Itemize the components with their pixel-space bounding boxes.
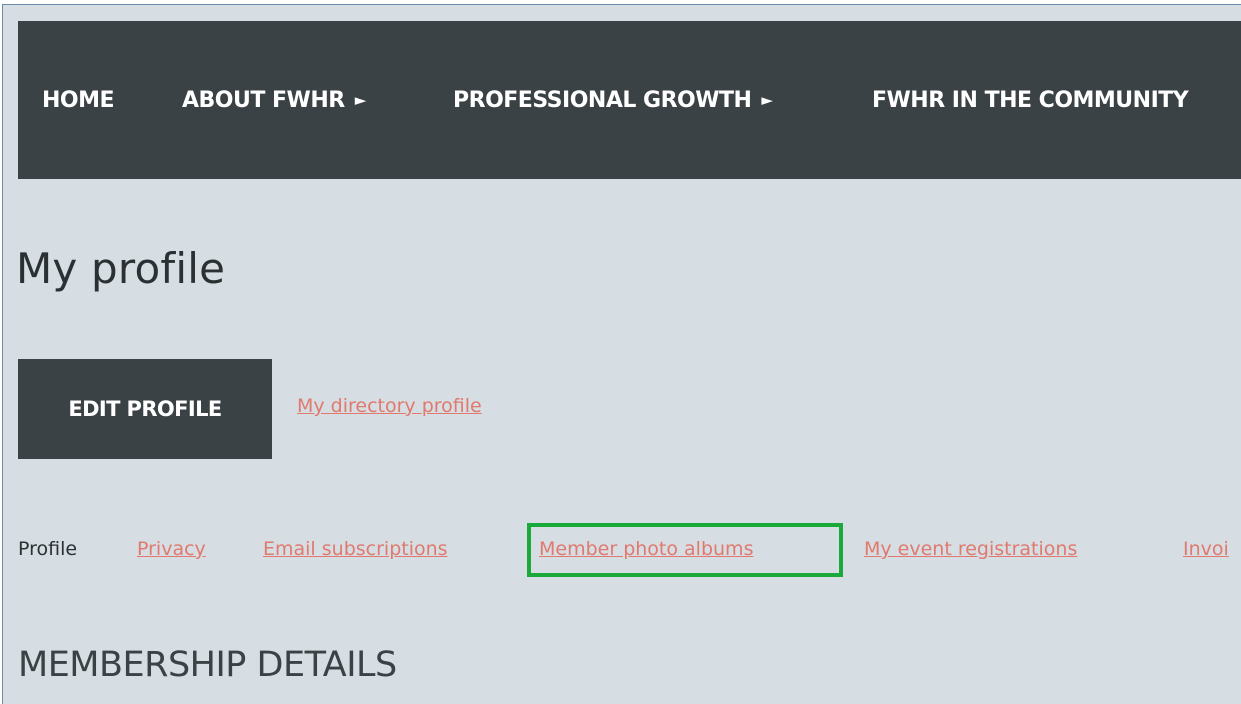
nav-item-professional-growth[interactable]: PROFESSIONAL GROWTH ► [453,87,773,113]
main-navbar: HOME ABOUT FWHR ► PROFESSIONAL GROWTH ► … [18,21,1241,179]
nav-item-label: HOME [42,87,115,113]
nav-item-label: PROFESSIONAL GROWTH [453,87,752,113]
tab-profile[interactable]: Profile [18,538,77,560]
my-directory-profile-link[interactable]: My directory profile [297,395,482,417]
nav-item-home[interactable]: HOME [42,87,115,113]
submenu-arrow-icon: ► [761,91,773,109]
nav-item-fwhr-in-the-community[interactable]: FWHR IN THE COMMUNITY [872,87,1189,113]
tab-privacy[interactable]: Privacy [137,538,206,560]
submenu-arrow-icon: ► [354,91,367,109]
tab-my-event-registrations[interactable]: My event registrations [864,538,1077,560]
membership-details-heading: MEMBERSHIP DETAILS [18,645,397,685]
edit-profile-button[interactable]: EDIT PROFILE [18,359,272,459]
nav-item-about-fwhr[interactable]: ABOUT FWHR ► [182,88,366,113]
nav-item-label: ABOUT FWHR [182,87,345,113]
tab-member-photo-albums[interactable]: Member photo albums [539,538,753,560]
screenshot-frame: HOME ABOUT FWHR ► PROFESSIONAL GROWTH ► … [0,0,1241,704]
nav-item-label: FWHR IN THE COMMUNITY [872,87,1189,113]
tab-email-subscriptions[interactable]: Email subscriptions [263,538,448,560]
page-title: My profile [16,244,226,293]
tab-invoices[interactable]: Invoi [1183,538,1229,560]
